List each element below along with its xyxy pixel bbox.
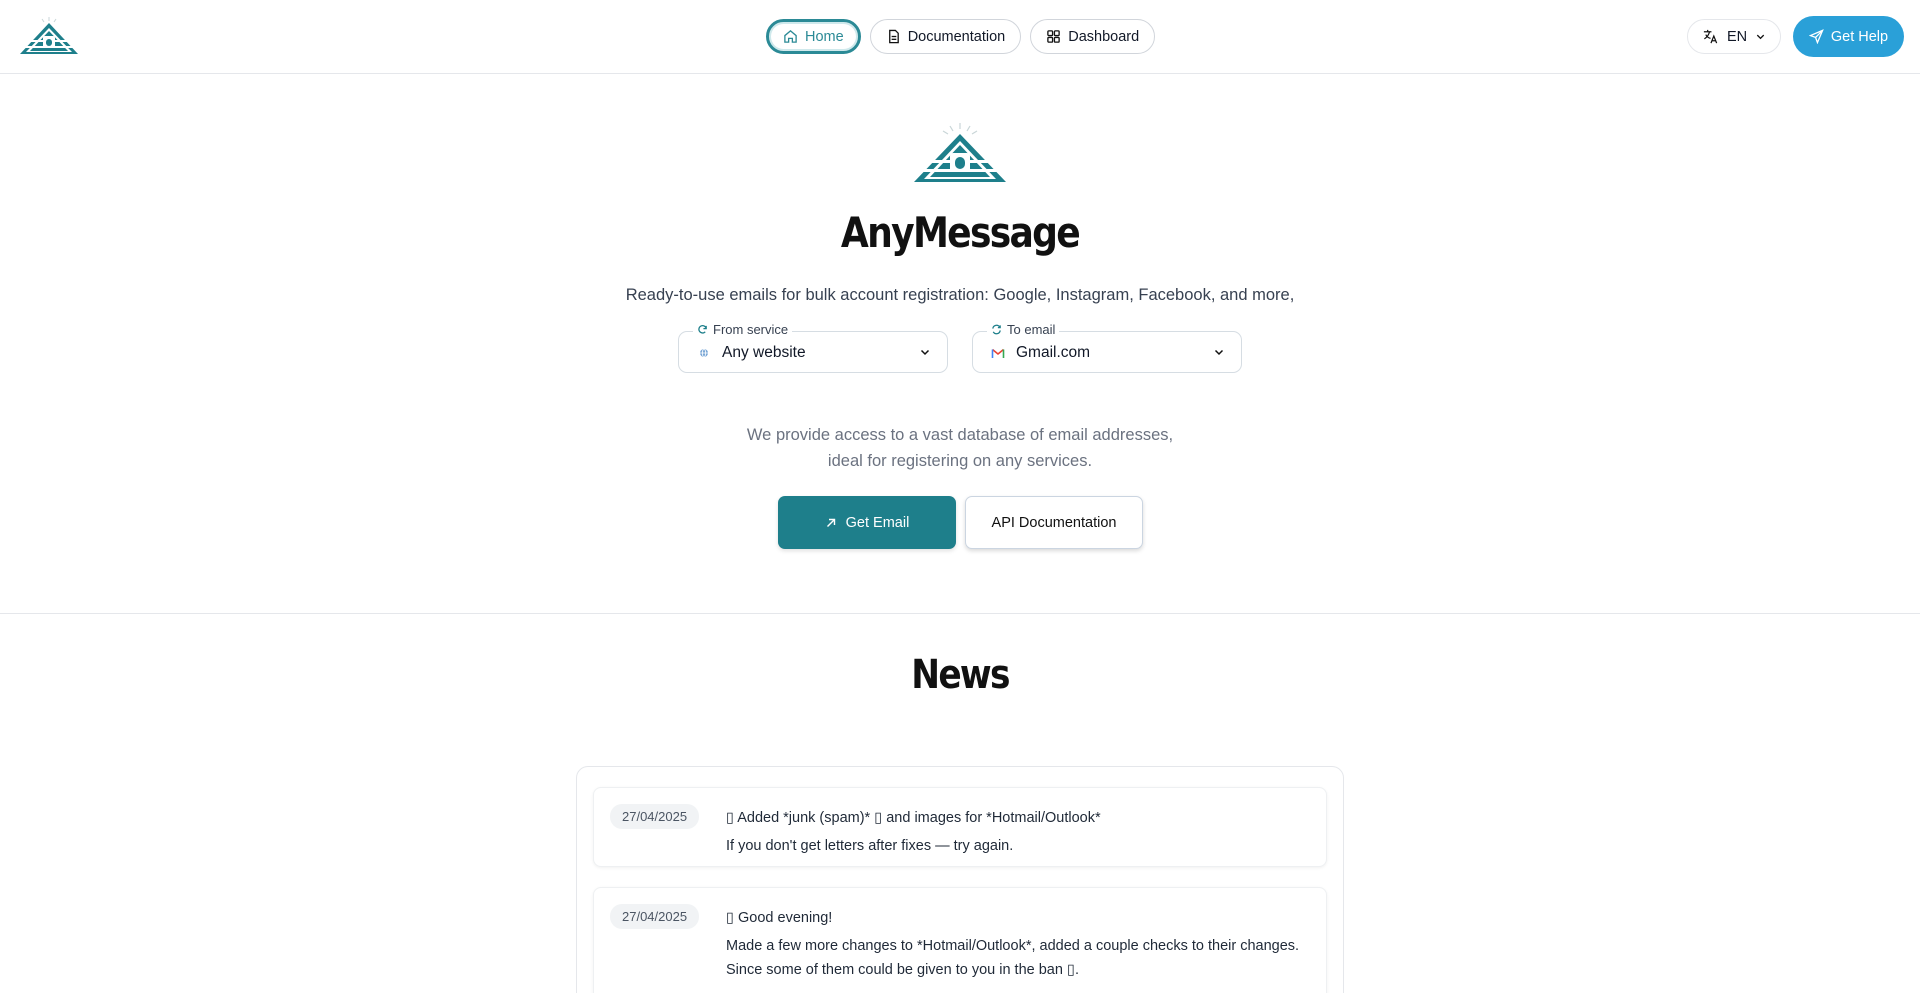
api-documentation-label: API Documentation [991,514,1117,531]
get-help-label: Get Help [1830,28,1889,45]
news-title: News [911,652,1010,698]
arrow-up-right-icon [826,518,835,527]
nav-documentation-label: Documentation [907,28,1006,45]
gmail-icon [991,348,1005,358]
language-label: EN [1727,28,1748,45]
to-email-value: Gmail.com [991,344,1090,362]
news-date-badge: 27/04/2025 [610,804,700,829]
news-text: ▯ Good evening! Made a few more changes … [726,906,1306,982]
tagline: Ready-to-use emails for bulk account reg… [625,286,1295,304]
home-icon [784,30,797,43]
main-nav: Home Documentation Dashboard [766,19,1156,54]
send-icon [1808,29,1824,44]
nav-dashboard[interactable]: Dashboard [1030,19,1156,54]
get-email-label: Get Email [845,514,910,531]
get-help-button[interactable]: Get Help [1793,16,1904,57]
section-divider [0,613,1920,614]
globe-icon [700,348,708,358]
document-icon [888,29,899,44]
hero-description-line1: We provide access to a vast database of … [746,426,1174,444]
top-header: Home Documentation Dashboard EN Get Help [0,0,1920,74]
news-body: Made a few more changes to *Hotmail/Outl… [726,938,1300,978]
news-headline: ▯ Good evening! [726,910,833,926]
from-service-legend-text: From service [713,322,789,337]
news-body: If you don't get letters after fixes — t… [726,838,1014,854]
news-text: ▯ Added *junk (spam)* ▯ and images for *… [726,806,1306,858]
grid-icon [1047,30,1060,43]
from-service-select[interactable]: From service Any website [678,322,948,373]
translate-icon [1703,29,1718,44]
language-select[interactable]: EN [1687,19,1782,54]
hero-description-line2: ideal for registering on any services. [827,452,1093,470]
news-item: 27/04/2025 ▯ Added *junk (spam)* ▯ and i… [593,787,1327,867]
news-list: 27/04/2025 ▯ Added *junk (spam)* ▯ and i… [576,766,1344,993]
news-item: 27/04/2025 ▯ Good evening! Made a few mo… [593,887,1327,993]
hero-logo-icon [914,123,1006,182]
news-date-badge: 27/04/2025 [610,904,700,929]
api-documentation-button[interactable]: API Documentation [965,496,1143,549]
to-email-legend-text: To email [1007,322,1056,337]
to-email-legend: To email [987,322,1060,337]
chevron-down-icon [1214,349,1224,356]
from-service-value: Any website [697,344,806,362]
nav-documentation[interactable]: Documentation [869,19,1022,54]
to-email-value-text: Gmail.com [1016,344,1091,361]
logo-icon[interactable] [18,16,80,56]
from-service-value-text: Any website [722,344,806,361]
nav-dashboard-label: Dashboard [1068,28,1140,45]
hero-description: We provide access to a vast database of … [0,422,1920,474]
news-headline: ▯ Added *junk (spam)* ▯ and images for *… [726,810,1101,826]
to-email-select[interactable]: To email Gmail.com [972,322,1242,373]
chevron-down-icon [1756,34,1765,40]
app-title: AnyMessage [840,208,1081,257]
chevron-down-icon [920,349,930,356]
nav-home[interactable]: Home [766,19,861,54]
from-service-legend: From service [693,322,793,337]
refresh-icon [698,325,707,334]
get-email-button[interactable]: Get Email [778,496,956,549]
swap-icon [992,324,1001,335]
nav-home-label: Home [805,28,844,45]
